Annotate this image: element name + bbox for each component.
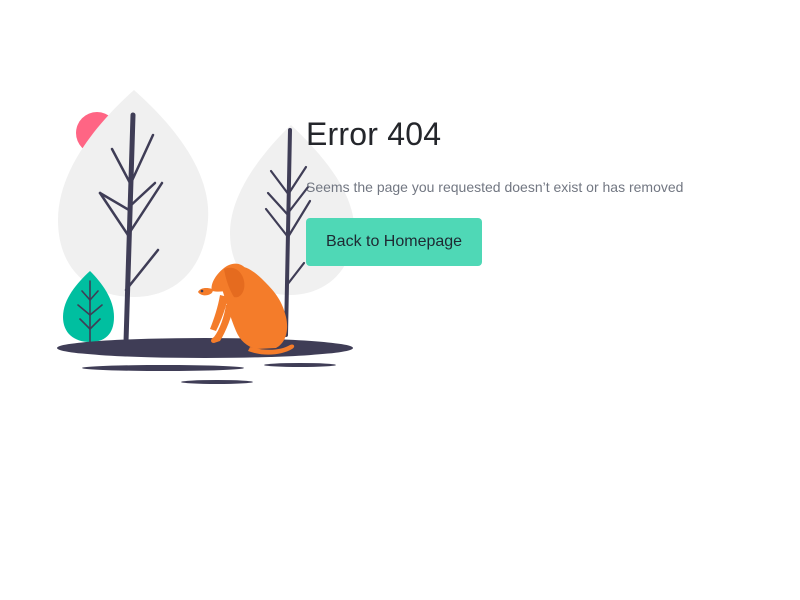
- error-content: Error 404 Seems the page you requested d…: [306, 112, 776, 266]
- ground-shadow-tiny: [181, 380, 253, 384]
- ground-shadow: [57, 338, 353, 358]
- ground-shadow-tiny: [264, 363, 336, 367]
- error-page: Error 404 Seems the page you requested d…: [0, 0, 800, 600]
- error-message: Seems the page you requested doesn’t exi…: [306, 179, 684, 195]
- error-title: Error 404: [306, 116, 442, 152]
- back-to-homepage-button[interactable]: Back to Homepage: [306, 218, 483, 266]
- ground-shadow-small: [82, 365, 244, 371]
